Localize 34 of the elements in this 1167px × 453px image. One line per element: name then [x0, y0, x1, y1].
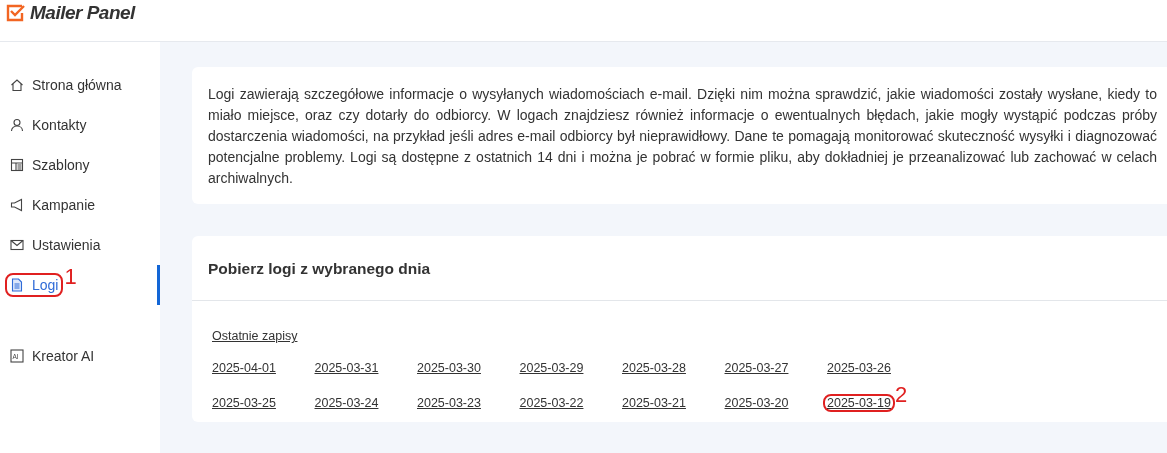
date-link[interactable]: 2025-03-21: [622, 396, 686, 410]
document-icon: [10, 278, 24, 292]
recent-link[interactable]: Ostatnie zapisy: [212, 329, 298, 343]
nav-item[interactable]: Kontakty: [5, 113, 92, 137]
date-link[interactable]: 2025-03-29: [519, 361, 584, 375]
date-link[interactable]: 2025-03-25: [212, 396, 276, 410]
envelope-icon: [10, 238, 24, 252]
date-link[interactable]: 2025-03-24: [314, 396, 379, 410]
date-link[interactable]: 2025-03-28: [622, 361, 686, 375]
nav-item[interactable]: Kampanie: [5, 193, 101, 217]
date-link[interactable]: 2025-03-31: [314, 361, 379, 375]
section-title: Pobierz logi z wybranego dnia: [192, 236, 1167, 301]
callout-number: 1: [64, 264, 77, 290]
date-link[interactable]: 2025-03-22: [519, 396, 584, 410]
megaphone-icon: [10, 198, 24, 212]
info-text: Logi zawierają szczegółowe informacje o wysyłanych wiadomościach e-mail. Dzięki nim można sprawdzić, jakie wiadomości zostały wysłane, kiedy to miało miejsce, oraz czy dotarły do odbiorcy. W logach znajdziesz również informacje o ewentualnych błędach, jakie mogły wystąpić podczas próby dostarczenia wiadomości, na przykład jeśli adres e-mail odbiorcy był nieprawidłowy. Dane te pomagają monitorować skuteczność wysyłki i diagnozować potencjalne problemy. Logi są dostępne z ostatnich 14 dni i można je pobrać w formie pliku, aby dokładniej je przeanalizować lub zachować w celach archiwalnych.: [208, 85, 1157, 188]
nav-item[interactable]: Logi: [5, 273, 64, 297]
logo-text: Mailer Panel: [30, 2, 135, 24]
date-link[interactable]: 2025-03-27: [724, 361, 789, 375]
logo-icon: [6, 4, 26, 22]
date-link[interactable]: 2025-04-01: [212, 361, 276, 375]
date-link[interactable]: 2025-03-26: [827, 361, 891, 375]
house-icon: [10, 78, 24, 92]
date-link[interactable]: 2025-03-30: [417, 361, 481, 375]
active-indicator: [157, 265, 160, 305]
template-icon: [10, 158, 24, 172]
user-icon: [10, 118, 24, 132]
date-link[interactable]: 2025-03-19: [823, 394, 895, 412]
nav-item[interactable]: Szablony: [5, 153, 95, 177]
date-link[interactable]: 2025-03-23: [417, 396, 481, 410]
date-link[interactable]: 2025-03-20: [724, 396, 789, 410]
callout-number: 2: [894, 382, 908, 408]
nav-item[interactable]: Strona główna: [5, 73, 127, 97]
nav-item[interactable]: Ustawienia: [5, 233, 106, 257]
